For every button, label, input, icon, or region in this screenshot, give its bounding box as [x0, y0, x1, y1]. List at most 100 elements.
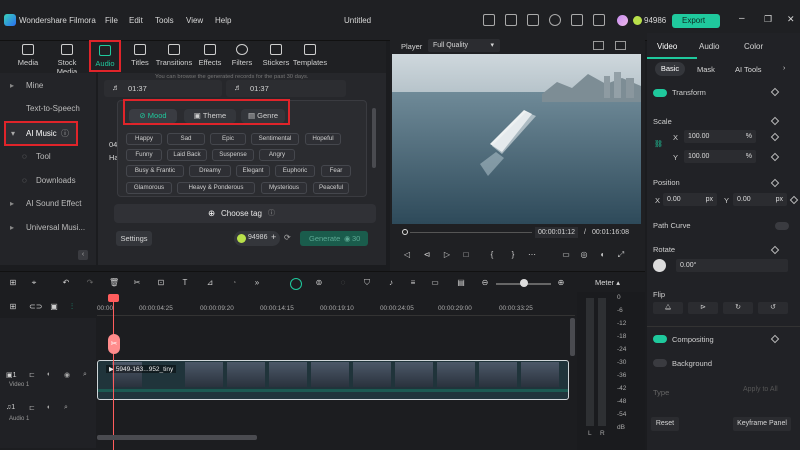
tab-titles[interactable]: Titles	[123, 44, 157, 70]
subtab-mask[interactable]: Mask	[697, 65, 715, 74]
camera-icon[interactable]: ◎	[579, 250, 589, 260]
download-icon[interactable]	[593, 14, 605, 26]
audio-track-add-icon[interactable]: ▣	[49, 302, 59, 312]
stop-icon[interactable]: □	[461, 250, 471, 260]
mark-out-icon[interactable]: }	[508, 250, 518, 260]
mood-chip[interactable]: Epic	[210, 133, 246, 145]
tab-effects[interactable]: Effects	[193, 44, 227, 70]
menu-edit[interactable]: Edit	[129, 16, 143, 25]
compositing-toggle[interactable]	[653, 335, 667, 343]
snapshot-icon[interactable]	[593, 41, 604, 50]
reset-button[interactable]: Reset	[651, 417, 679, 431]
select-tool-icon[interactable]: ⌖	[29, 278, 39, 288]
tab-video[interactable]: Video	[647, 33, 697, 59]
mark-in-icon[interactable]: {	[487, 250, 497, 260]
mood-chip[interactable]: Happy	[126, 133, 162, 145]
quality-select[interactable]: Full Quality ▾	[428, 39, 500, 52]
tab-theme[interactable]: ▣ Theme	[184, 109, 236, 123]
subtab-ai-tools[interactable]: AI Tools	[735, 65, 762, 74]
step-back-icon[interactable]: ⊲	[422, 250, 432, 260]
rotate-dial[interactable]	[653, 259, 666, 272]
microphone-icon[interactable]: ♪	[386, 278, 396, 288]
snap-icon[interactable]: ⊚	[314, 278, 324, 288]
export-button[interactable]: Export	[672, 14, 720, 28]
chevron-right-icon[interactable]: ›	[783, 65, 785, 72]
caption-icon[interactable]: ▤	[456, 278, 466, 288]
tab-stickers[interactable]: Stickers	[259, 44, 293, 70]
generate-button[interactable]: Generate ◉ 30	[300, 231, 368, 246]
lock-icon[interactable]: ⌕	[64, 404, 68, 412]
tab-filters[interactable]: Filters	[225, 44, 259, 70]
scrub-handle[interactable]	[402, 229, 408, 235]
mood-chip[interactable]: Dreamy	[189, 165, 231, 177]
bell-icon[interactable]	[571, 14, 583, 26]
folder-icon[interactable]: ⊏	[29, 404, 35, 412]
rotate-field[interactable]: 0.00°	[676, 259, 788, 272]
image-icon[interactable]	[615, 41, 626, 50]
link-icon[interactable]: ⛓	[654, 140, 663, 148]
flip-horizontal-icon[interactable]: ⧋	[653, 302, 683, 314]
grid-icon[interactable]	[505, 14, 517, 26]
prev-frame-icon[interactable]: ◁	[402, 250, 412, 260]
tab-media[interactable]: Media	[11, 44, 45, 70]
minimize-icon[interactable]: –	[739, 13, 745, 24]
shield-icon[interactable]: ⛉	[362, 278, 372, 288]
mood-chip[interactable]: Heavy & Ponderous	[177, 182, 255, 194]
position-x-field[interactable]: 0.00 px	[663, 193, 717, 206]
redo-icon[interactable]: ↷	[85, 278, 95, 288]
render-icon[interactable]	[290, 278, 302, 290]
delete-icon[interactable]: 🗑	[109, 278, 119, 288]
rotate-right-icon[interactable]: ↻	[723, 302, 753, 314]
mood-chip[interactable]: Mysterious	[261, 182, 307, 194]
subtab-basic[interactable]: Basic	[655, 62, 685, 76]
avatar[interactable]	[617, 15, 628, 26]
scale-x-field[interactable]: 100.00%	[684, 130, 756, 143]
tab-templates[interactable]: Templates	[292, 44, 328, 70]
tab-genre[interactable]: ▤ Genre	[241, 109, 285, 123]
mood-chip[interactable]: Hopeful	[305, 133, 341, 145]
record-item[interactable]: ♬ 01:37	[104, 80, 222, 97]
transform-toggle[interactable]	[653, 89, 667, 97]
zoom-out-icon[interactable]: ⊖	[480, 278, 490, 288]
text-icon[interactable]: T	[180, 278, 190, 288]
settings-button[interactable]: Settings	[116, 231, 152, 246]
menu-view[interactable]: View	[186, 16, 203, 25]
save-icon[interactable]	[527, 14, 539, 26]
mood-chip[interactable]: Peaceful	[313, 182, 349, 194]
scale-y-field[interactable]: 100.00%	[684, 150, 756, 163]
meter-label[interactable]: Meter ▴	[595, 278, 620, 287]
position-y-field[interactable]: 0.00 px	[733, 193, 787, 206]
mood-chip[interactable]: Sad	[167, 133, 205, 145]
mood-chip[interactable]: Angry	[259, 149, 295, 161]
add-track-icon[interactable]: ⊞	[8, 302, 18, 312]
mood-chip[interactable]: Elegant	[236, 165, 270, 177]
track-volume-icon[interactable]: ◖	[46, 404, 50, 411]
tab-color[interactable]: Color	[744, 42, 763, 51]
nav-text-to-speech[interactable]: Text-to-Speech	[0, 99, 92, 119]
nav-tool[interactable]: ◌ Tool	[0, 147, 92, 167]
playhead-handle[interactable]	[108, 294, 119, 302]
refresh-icon[interactable]: ⟳	[284, 233, 291, 242]
panel-scrollbar[interactable]	[372, 108, 376, 168]
flip-vertical-icon[interactable]: ⊳	[688, 302, 718, 314]
fullscreen-icon[interactable]: ⤢	[616, 250, 626, 260]
picture-icon[interactable]: ▭	[430, 278, 440, 288]
playhead-cut-icon[interactable]: ✂	[108, 334, 120, 354]
mood-chip[interactable]: Funny	[126, 149, 162, 161]
close-icon[interactable]: ✕	[787, 14, 795, 25]
rotate-left-icon[interactable]: ↺	[758, 302, 788, 314]
record-item[interactable]: ♬ 01:37	[226, 80, 346, 97]
track-volume-icon[interactable]: ◖	[46, 371, 50, 378]
color-icon[interactable]: ◔	[229, 278, 239, 288]
video-preview[interactable]	[392, 54, 641, 224]
coins-pill[interactable]: 94986 +	[234, 231, 280, 246]
eye-icon[interactable]: ◉	[64, 371, 70, 379]
clock-icon[interactable]: ◌	[338, 278, 348, 288]
mood-chip[interactable]: Glamorous	[126, 182, 172, 194]
tab-audio[interactable]: Audio	[89, 40, 121, 72]
link-track-icon[interactable]: ⊂⊃	[29, 302, 42, 312]
choose-tag-button[interactable]: ⊕ Choose tag ⓘ	[114, 204, 376, 223]
cloud-icon[interactable]	[549, 14, 561, 26]
nav-ai-music[interactable]: ▾ AI Music ⓘ	[4, 121, 78, 146]
menu-help[interactable]: Help	[215, 16, 231, 25]
